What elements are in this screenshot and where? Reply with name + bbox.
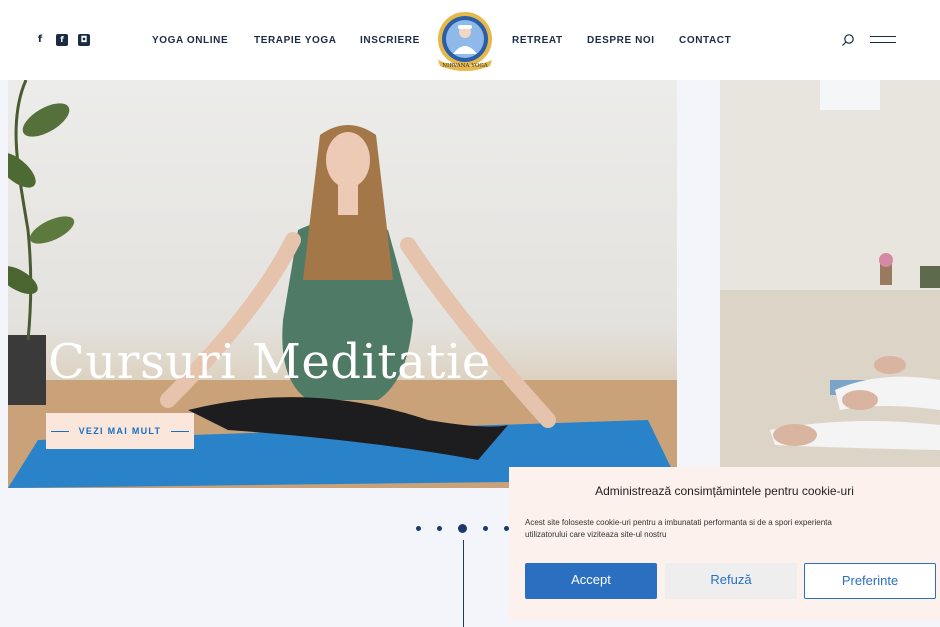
cookie-text: Acest site foloseste cookie-uri pentru a… [525, 518, 832, 539]
facebook-square-icon[interactable]: f [56, 34, 68, 46]
nav-contact[interactable]: CONTACT [679, 35, 731, 47]
accept-button[interactable]: Accept [525, 563, 657, 599]
slider-dot[interactable] [416, 526, 421, 531]
cookie-title: Administrează consimțămintele pentru coo… [595, 484, 854, 498]
hamburger-menu-icon[interactable] [870, 36, 896, 44]
facebook-icon[interactable]: f [34, 34, 46, 46]
nav-despre-noi[interactable]: DESPRE NOI [587, 35, 655, 47]
scroll-line [463, 540, 464, 627]
site-header: f f ◘ YOGA ONLINE TERAPIE YOGA INSCRIERE… [0, 0, 940, 80]
site-logo[interactable]: NIRVANA YOGA [434, 10, 496, 72]
button-line-right [171, 430, 190, 432]
svg-text:NIRVANA YOGA: NIRVANA YOGA [442, 63, 489, 69]
slider-pagination [416, 524, 509, 533]
instagram-icon[interactable]: ◘ [78, 34, 90, 46]
nav-inscriere[interactable]: INSCRIERE [360, 35, 420, 47]
slider-dot-active[interactable] [458, 524, 467, 533]
cookie-consent-banner: Administrează consimțămintele pentru coo… [509, 467, 940, 620]
search-icon[interactable] [841, 33, 855, 47]
hero-slide: Cursuri Meditatie VEZI MAI MULT [8, 80, 677, 488]
nav-terapie-yoga[interactable]: TERAPIE YOGA [254, 35, 337, 47]
nav-yoga-online[interactable]: YOGA ONLINE [152, 35, 228, 47]
slider-dot[interactable] [437, 526, 442, 531]
see-more-label: VEZI MAI MULT [78, 425, 162, 436]
social-links: f f ◘ [34, 34, 90, 46]
button-line-left [50, 430, 69, 432]
refuse-button[interactable]: Refuză [665, 563, 797, 599]
nav-retreat[interactable]: RETREAT [512, 35, 563, 47]
slider-dot[interactable] [483, 526, 488, 531]
preferences-button[interactable]: Preferinte [804, 563, 936, 599]
slide-title: Cursuri Meditatie [48, 334, 491, 390]
next-slide-image [720, 80, 940, 488]
see-more-button[interactable]: VEZI MAI MULT [46, 413, 194, 449]
next-slide-preview[interactable] [720, 80, 940, 488]
